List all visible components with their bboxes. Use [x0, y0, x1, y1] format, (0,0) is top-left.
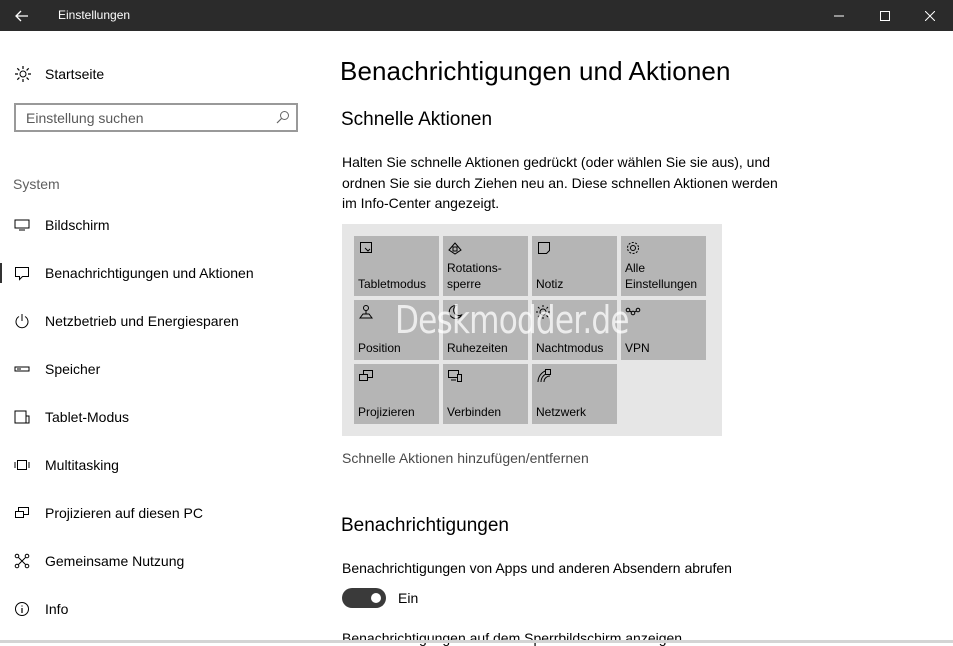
tablet-icon — [14, 409, 30, 425]
app-notifications-toggle[interactable] — [342, 588, 386, 608]
rotation-lock-icon — [448, 242, 462, 255]
page-title: Benachrichtigungen und Aktionen — [340, 56, 731, 86]
sidebar-item-projizieren[interactable]: Projizieren auf diesen PC — [0, 489, 320, 537]
tile-label: Projizieren — [358, 405, 415, 419]
multitasking-icon — [14, 457, 30, 473]
quick-actions-description: Halten Sie schnelle Aktionen gedrückt (o… — [342, 154, 778, 211]
sidebar-item-netzbetrieb[interactable]: Netzbetrieb und Energiesparen — [0, 297, 320, 345]
minimize-icon — [834, 15, 844, 16]
quick-action-tabletmodus[interactable]: Tabletmodus — [354, 236, 439, 296]
section-label: System — [13, 176, 60, 192]
project-icon — [14, 505, 30, 521]
sidebar-item-speicher[interactable]: Speicher — [0, 345, 320, 393]
quick-action-netzwerk[interactable]: Netzwerk — [532, 364, 617, 424]
gear-icon — [14, 65, 32, 83]
notifications-heading: Benachrichtigungen — [341, 515, 509, 536]
quick-action-rotationssperre[interactable]: Rotations-sperre — [443, 236, 528, 296]
network-icon — [537, 369, 551, 383]
home-link[interactable]: Startseite — [14, 64, 104, 84]
quick-action-notiz[interactable]: Notiz — [532, 236, 617, 296]
quick-action-vpn[interactable]: VPN — [621, 300, 706, 360]
sidebar-item-gemeinsame-nutzung[interactable]: Gemeinsame Nutzung — [0, 537, 320, 585]
tile-label: Nachtmodus — [536, 341, 604, 355]
maximize-icon — [880, 10, 890, 21]
home-label: Startseite — [45, 66, 105, 82]
toggle-knob — [371, 593, 381, 603]
info-icon — [14, 601, 30, 617]
back-button[interactable] — [0, 0, 44, 31]
sidebar-item-label: Tablet-Modus — [45, 409, 130, 425]
selection-indicator — [0, 263, 2, 283]
notification-icon — [14, 265, 30, 281]
tile-label: Notiz — [536, 277, 564, 291]
connect-icon — [448, 370, 462, 382]
close-button[interactable] — [907, 0, 953, 31]
tile-label: Rotations-sperre — [447, 261, 502, 291]
sidebar-item-label: Netzbetrieb und Energiesparen — [45, 313, 239, 329]
sidebar-item-tablet-modus[interactable]: Tablet-Modus — [0, 393, 320, 441]
close-icon — [925, 10, 935, 21]
sidebar-item-label: Benachrichtigungen und Aktionen — [45, 265, 254, 281]
maximize-button[interactable] — [862, 0, 908, 31]
tile-label: VPN — [625, 341, 650, 355]
tile-label: Position — [358, 341, 401, 355]
watermark: Deskmodder.de — [395, 298, 630, 342]
sidebar-item-multitasking[interactable]: Multitasking — [0, 441, 320, 489]
quick-action-alle-einstellungen[interactable]: Alle Einstellungen — [621, 236, 706, 296]
tile-label: Netzwerk — [536, 405, 587, 419]
sidebar-item-label: Gemeinsame Nutzung — [45, 553, 185, 569]
tablet-mode-icon — [360, 242, 372, 253]
sidebar: Startseite System Bildschirm Benachricht… — [0, 31, 320, 643]
tile-label: Tabletmodus — [358, 277, 427, 291]
add-remove-quick-actions-link[interactable]: Schnelle Aktionen hinzufügen/entfernen — [342, 450, 589, 466]
sidebar-item-label: Multitasking — [45, 457, 119, 473]
power-icon — [14, 313, 30, 329]
monitor-icon — [14, 217, 30, 233]
quick-actions-heading: Schnelle Aktionen — [341, 109, 493, 130]
back-arrow-icon — [15, 10, 28, 21]
title-bar: Einstellungen — [0, 0, 953, 31]
quick-action-verbinden[interactable]: Verbinden — [443, 364, 528, 424]
location-icon — [359, 305, 373, 319]
search-icon[interactable] — [276, 110, 290, 124]
tile-label: Alle Einstellungen — [625, 261, 698, 291]
toggle-state-label: Ein — [398, 590, 419, 606]
gear-icon — [627, 242, 639, 254]
storage-icon — [14, 361, 30, 377]
sidebar-item-bildschirm[interactable]: Bildschirm — [0, 201, 320, 249]
project-icon — [359, 370, 373, 381]
app-notifications-label: Benachrichtigungen von Apps und anderen … — [342, 560, 732, 576]
quick-action-projizieren[interactable]: Projizieren — [354, 364, 439, 424]
search-input[interactable] — [26, 105, 276, 130]
lockscreen-notifications-label: Benachrichtigungen auf dem Sperrbildschi… — [342, 630, 683, 646]
tile-label: Ruhezeiten — [447, 341, 508, 355]
window-title: Einstellungen — [58, 8, 131, 22]
sidebar-item-benachrichtigungen[interactable]: Benachrichtigungen und Aktionen — [0, 249, 320, 297]
sidebar-item-label: Bildschirm — [45, 217, 110, 233]
sidebar-item-info[interactable]: Info — [0, 585, 320, 633]
sidebar-item-label: Speicher — [45, 361, 101, 377]
note-icon — [538, 242, 550, 254]
tile-label: Verbinden — [447, 405, 502, 419]
minimize-button[interactable] — [816, 0, 862, 31]
sidebar-item-label: Projizieren auf diesen PC — [45, 505, 203, 521]
share-icon — [14, 553, 30, 569]
sidebar-item-label: Info — [45, 601, 69, 617]
search-box[interactable] — [14, 103, 298, 132]
